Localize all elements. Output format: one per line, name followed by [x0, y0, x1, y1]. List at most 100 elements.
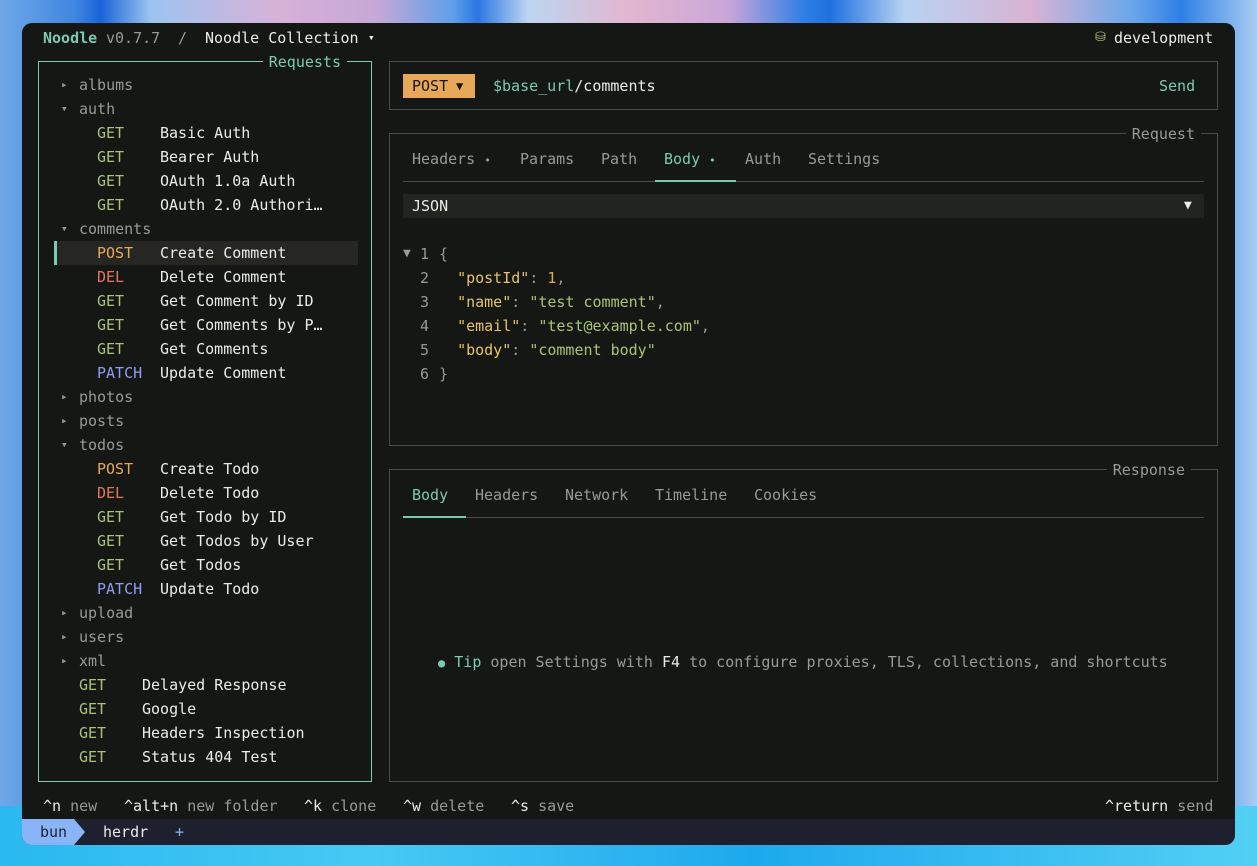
method-badge: POST	[97, 244, 134, 262]
sidebar-folder-comments[interactable]: ▾ comments	[55, 217, 358, 241]
code-line-2: 2 "postId": 1,	[419, 269, 566, 287]
request-label: Delete Comment	[160, 268, 287, 286]
method-badge: GET	[97, 532, 125, 550]
sidebar-folder-upload[interactable]: ▸ upload	[55, 601, 358, 625]
sidebar-folder-albums[interactable]: ▸ albums	[55, 73, 358, 97]
method-badge: GET	[97, 124, 125, 142]
folder-toggle-icon[interactable]: ▸	[61, 385, 68, 409]
code-line-4: 4 "email": "test@example.com",	[419, 317, 710, 335]
folder-toggle-icon[interactable]: ▸	[61, 73, 68, 97]
shortcut-send[interactable]: ^return send	[1105, 796, 1213, 816]
folder-toggle-icon[interactable]: ▸	[61, 601, 68, 625]
sidebar-request-item[interactable]: PATCH Update Todo	[55, 577, 358, 601]
tab-path[interactable]: Path	[601, 148, 637, 170]
folder-label: todos	[79, 436, 125, 454]
shortcut-new-folder[interactable]: ^alt+n new folder	[124, 796, 278, 816]
request-label: OAuth 2.0 Authori…	[160, 196, 323, 214]
tab-response-headers[interactable]: Headers	[475, 484, 538, 506]
environment-selector[interactable]: development	[1114, 28, 1213, 48]
sidebar-request-item[interactable]: GET Google	[55, 697, 358, 721]
collection-selector[interactable]: Noodle Collection	[205, 28, 359, 48]
tab-response-body[interactable]: Body	[412, 484, 448, 506]
sidebar-request-item[interactable]: GET Bearer Auth	[55, 145, 358, 169]
url-path: /comments	[574, 77, 656, 95]
tab-response-timeline[interactable]: Timeline	[655, 484, 727, 506]
request-label: Get Comment by ID	[160, 292, 314, 310]
send-button[interactable]: Send	[1159, 76, 1195, 96]
folder-toggle-icon[interactable]: ▸	[61, 409, 68, 433]
sidebar-request-item[interactable]: GET Get Comments	[55, 337, 358, 361]
sidebar-request-item[interactable]: GET Delayed Response	[55, 673, 358, 697]
body-editor[interactable]: ▼ 1{ 2 "postId": 1, 3 "name": "test comm…	[403, 242, 1204, 392]
tab-divider	[403, 517, 1204, 518]
shortcut-bar: ^n new ^alt+n new folder ^k clone ^w del…	[22, 795, 1235, 817]
body-type-select[interactable]: JSON ▼	[403, 194, 1204, 218]
add-tab-button[interactable]: +	[175, 822, 184, 842]
folder-label: posts	[79, 412, 125, 430]
chevron-down-icon: ▼	[456, 79, 464, 93]
request-label: Get Todos by User	[160, 532, 314, 550]
request-label: Basic Auth	[160, 124, 251, 142]
tab-herdr[interactable]: herdr	[103, 822, 148, 842]
shortcut-clone[interactable]: ^k clone	[304, 796, 376, 816]
sidebar-request-item[interactable]: GET Status 404 Test	[55, 745, 358, 769]
sidebar-folder-auth[interactable]: ▾ auth	[55, 97, 358, 121]
tab-response-cookies[interactable]: Cookies	[754, 484, 817, 506]
sidebar-folder-photos[interactable]: ▸ photos	[55, 385, 358, 409]
sidebar-folder-users[interactable]: ▸ users	[55, 625, 358, 649]
sidebar-request-item[interactable]: GET Basic Auth	[55, 121, 358, 145]
folder-toggle-icon[interactable]: ▸	[61, 625, 68, 649]
shortcut-save[interactable]: ^s save	[511, 796, 574, 816]
url-input[interactable]: $base_url/comments	[493, 74, 656, 98]
sidebar-request-item[interactable]: GET Headers Inspection	[55, 721, 358, 745]
method-badge: GET	[79, 724, 107, 742]
sidebar-request-item[interactable]: PATCH Update Comment	[55, 361, 358, 385]
method-badge: DEL	[97, 484, 125, 502]
sidebar-request-item[interactable]: GET OAuth 2.0 Authori…	[55, 193, 358, 217]
shortcut-new[interactable]: ^n new	[43, 796, 97, 816]
sidebar-request-item[interactable]: GET Get Comments by P…	[55, 313, 358, 337]
method-badge: PATCH	[97, 580, 143, 598]
sidebar-request-item[interactable]: DEL Delete Todo	[55, 481, 358, 505]
sidebar-request-item[interactable]: DEL Delete Comment	[55, 265, 358, 289]
folder-label: auth	[79, 100, 116, 118]
sidebar-request-item[interactable]: GET Get Comment by ID	[55, 289, 358, 313]
tab-headers[interactable]: Headers •	[412, 148, 491, 172]
sidebar-request-item[interactable]: POST Create Todo	[55, 457, 358, 481]
sidebar-request-item[interactable]: GET Get Todo by ID	[55, 505, 358, 529]
sidebar-request-item[interactable]: GET Get Todos by User	[55, 529, 358, 553]
sidebar-request-item[interactable]: GET OAuth 1.0a Auth	[55, 169, 358, 193]
method-selector[interactable]: POST ▼	[403, 74, 475, 98]
shortcut-delete[interactable]: ^w delete	[403, 796, 484, 816]
request-label: Google	[142, 700, 197, 718]
tip-key: F4	[661, 653, 681, 671]
folder-toggle-icon[interactable]: ▸	[61, 649, 68, 673]
folder-toggle-icon[interactable]: ▾	[61, 217, 68, 241]
response-tabs: Body Headers Network Timeline Cookies	[390, 484, 1217, 508]
tab-settings[interactable]: Settings	[808, 148, 880, 170]
tab-params[interactable]: Params	[520, 148, 574, 170]
sidebar-request-item[interactable]: GET Get Todos	[55, 553, 358, 577]
selection-indicator	[54, 241, 57, 265]
sidebar-folder-posts[interactable]: ▸ posts	[55, 409, 358, 433]
tab-body[interactable]: Body •	[664, 148, 716, 172]
tab-response-network[interactable]: Network	[565, 484, 628, 506]
requests-sidebar: Requests ▸ albums ▾ auth GET Basic Auth GET Bea…	[38, 53, 372, 782]
request-panel-title: Request	[1125, 125, 1201, 143]
tab-auth[interactable]: Auth	[745, 148, 781, 170]
sidebar-folder-todos[interactable]: ▾ todos	[55, 433, 358, 457]
method-badge: GET	[97, 172, 125, 190]
chevron-down-icon[interactable]: ▾	[368, 28, 375, 48]
sidebar-folder-xml[interactable]: ▸ xml	[55, 649, 358, 673]
folder-toggle-icon[interactable]: ▾	[61, 433, 68, 457]
folder-toggle-icon[interactable]: ▾	[61, 97, 68, 121]
request-label: Update Todo	[160, 580, 260, 598]
request-label: Update Comment	[160, 364, 287, 382]
fold-icon[interactable]: ▼	[403, 242, 411, 266]
body-type-value: JSON	[412, 197, 449, 215]
app-version: v0.7.7	[106, 29, 161, 47]
sidebar-request-item[interactable]: POST Create Comment	[54, 241, 358, 265]
active-tab-indicator	[403, 516, 466, 518]
session-name: bun	[40, 823, 68, 841]
active-tab-indicator	[655, 180, 736, 182]
